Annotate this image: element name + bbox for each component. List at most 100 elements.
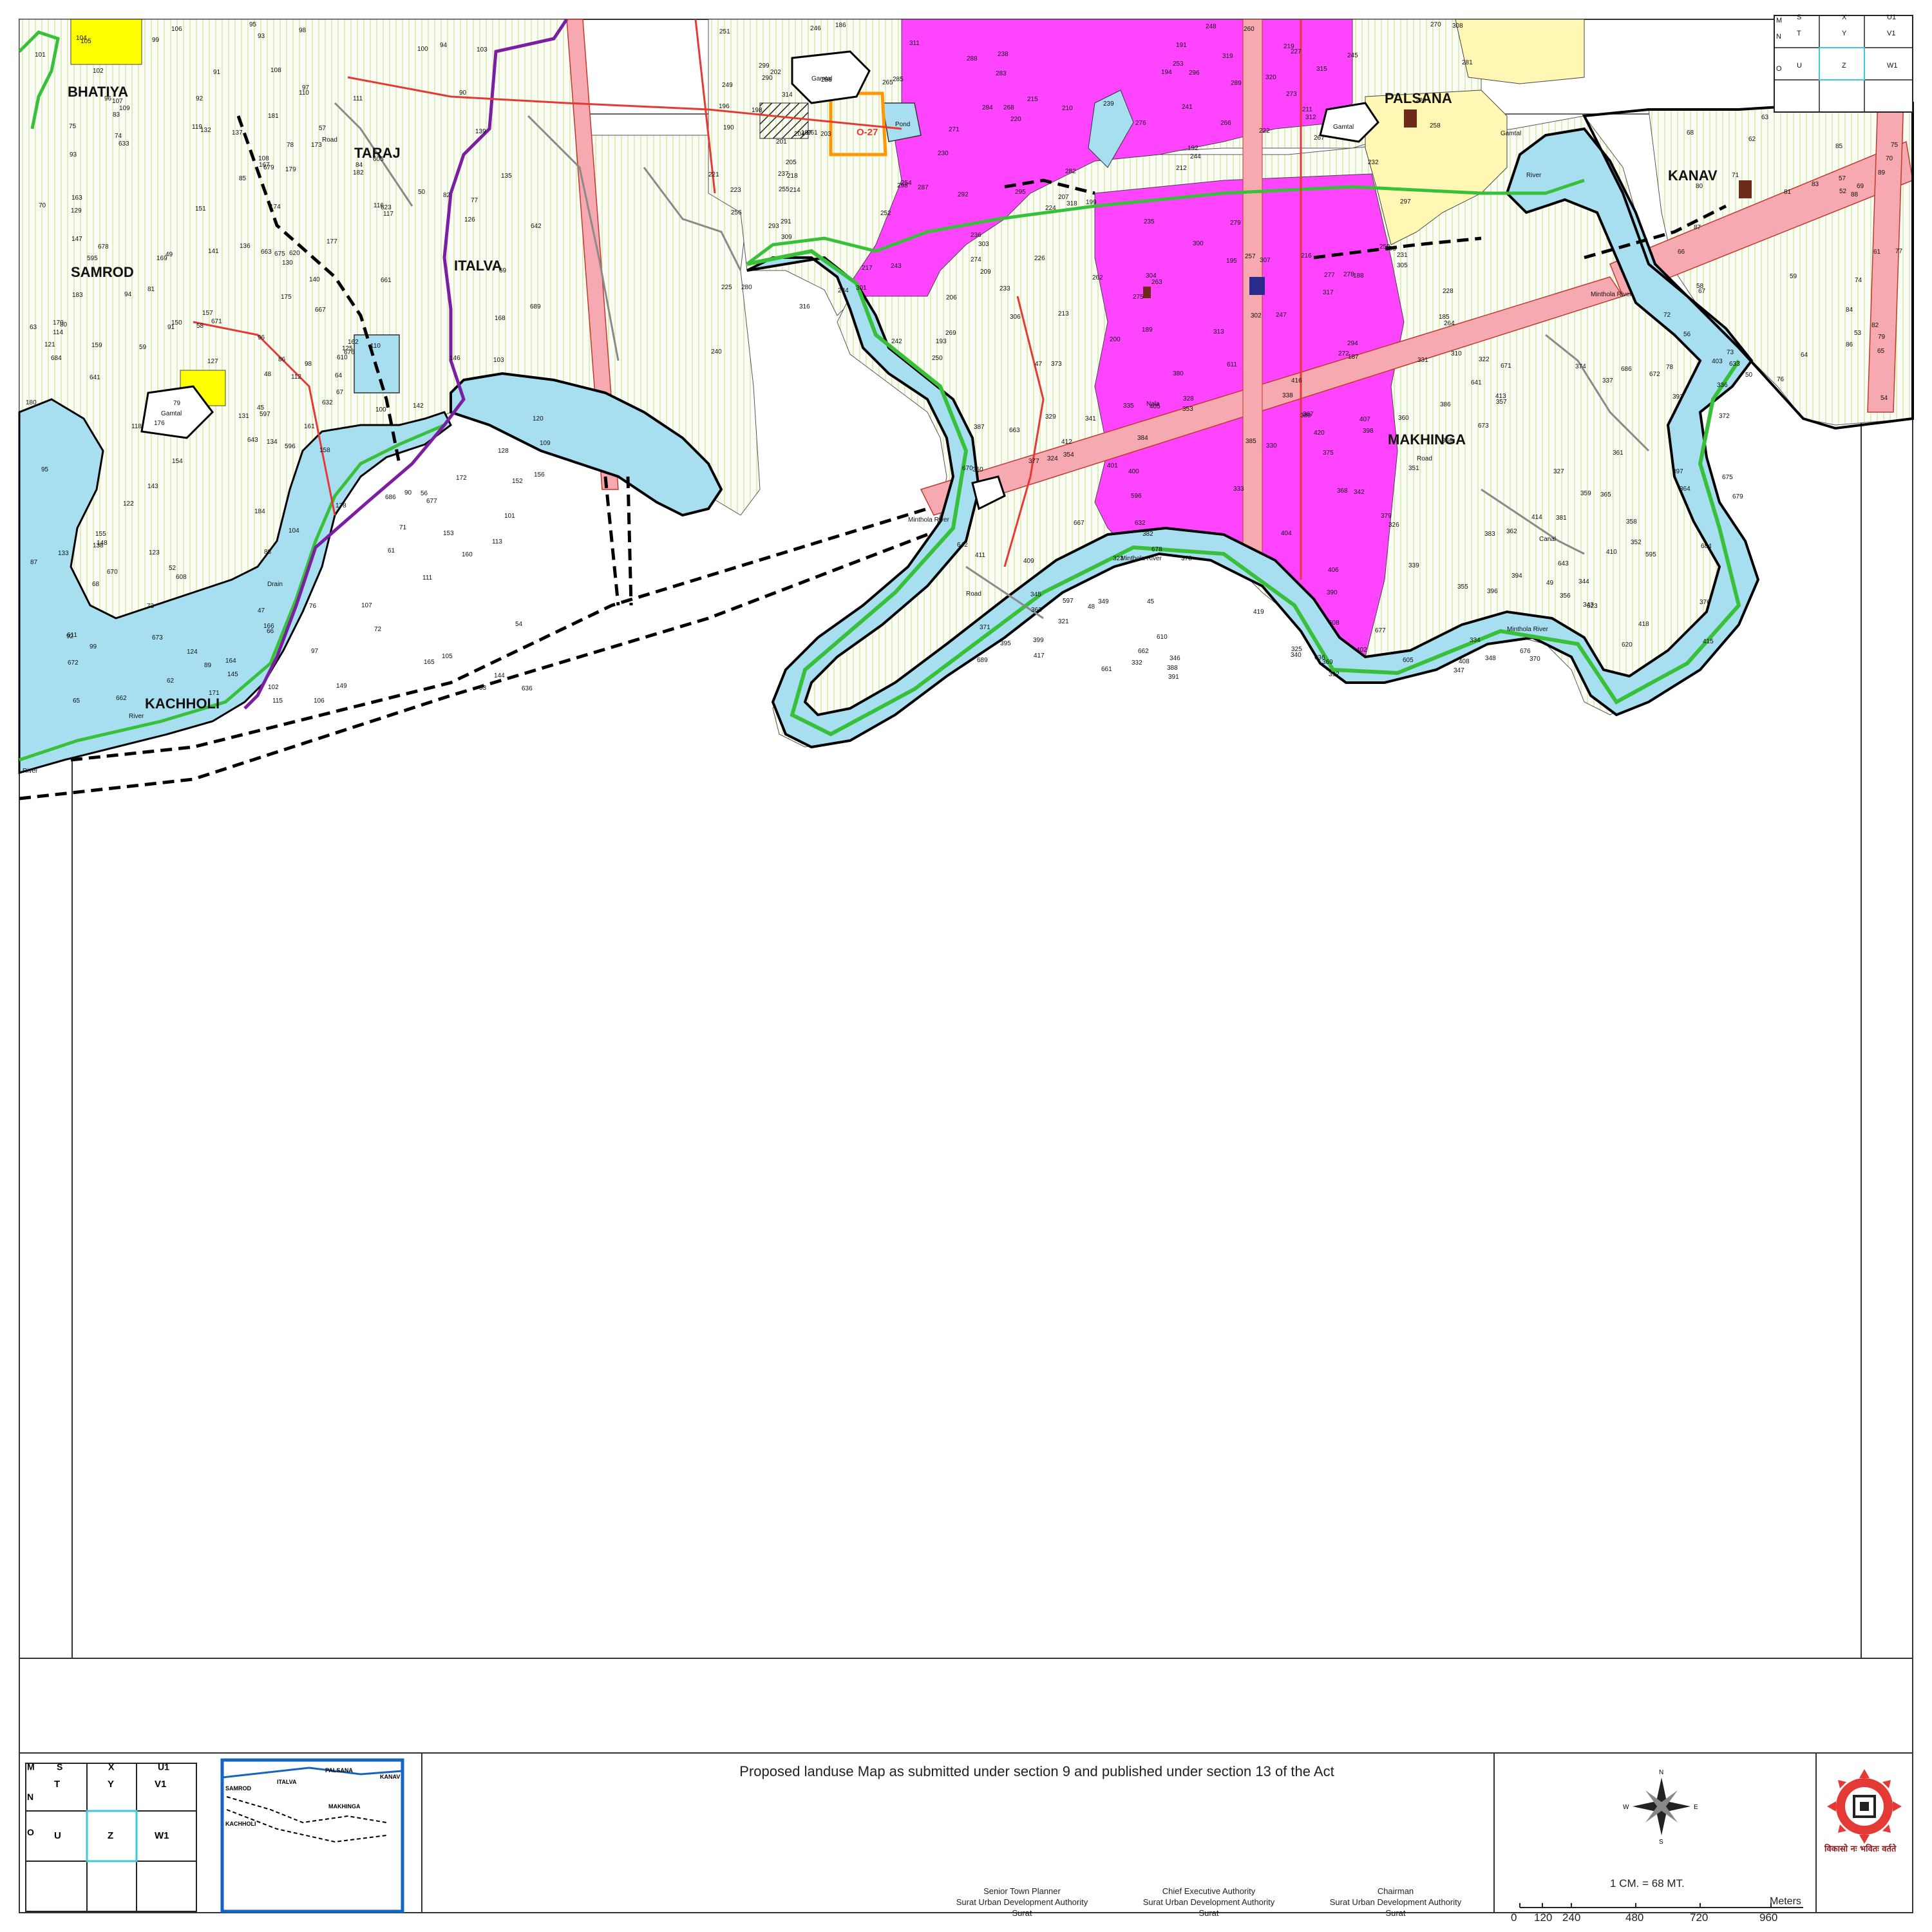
- plot-number: 189: [1142, 327, 1153, 334]
- nala-label: Nala: [1146, 401, 1160, 408]
- plot-number: 117: [383, 211, 393, 218]
- plot-number: 59: [139, 344, 147, 351]
- plot-number: 363: [1031, 607, 1042, 614]
- plot-number: 65: [1877, 348, 1885, 355]
- plot-number: 342: [1354, 489, 1365, 496]
- plot-number: 67: [1698, 288, 1706, 295]
- compass-n: N: [1659, 1769, 1663, 1776]
- plot-number: 70: [1886, 155, 1893, 162]
- drain-label: Drain: [267, 581, 283, 588]
- plot-number: 641: [1471, 379, 1482, 386]
- plot-number: 173: [311, 142, 322, 149]
- plot-number: 396: [1487, 588, 1498, 595]
- plot-number: 273: [1286, 91, 1297, 98]
- river-label-4: Minthola River: [908, 516, 950, 524]
- plot-number: 370: [1530, 656, 1540, 663]
- plot-number: 153: [443, 530, 454, 537]
- plot-number: 636: [1314, 654, 1325, 661]
- plot-number: 346: [1170, 655, 1180, 662]
- plot-number: 82: [443, 192, 451, 199]
- plot-number: 110: [370, 343, 381, 350]
- plot-number: 77: [1895, 248, 1903, 255]
- plot-number: 276: [1135, 120, 1146, 127]
- plot-number: 355: [1457, 583, 1468, 591]
- signatory-org: Surat Urban Development Authority: [1329, 1897, 1462, 1907]
- plot-number: 299: [759, 62, 770, 70]
- svg-text:T: T: [1797, 30, 1801, 37]
- plot-number: 71: [1732, 172, 1739, 179]
- village-label-kanav: KANAV: [1668, 167, 1718, 184]
- sheet-index-grid: M S X U1 N T Y V1 O U Z W1: [25, 1761, 197, 1912]
- plot-number: 277: [1324, 272, 1335, 279]
- village-label-kachholi: KACHHOLI: [145, 696, 220, 712]
- plot-number: 362: [1506, 528, 1517, 535]
- plot-number: 278: [1343, 271, 1354, 278]
- plot-number: 331: [1417, 357, 1428, 364]
- plot-number: 120: [533, 415, 544, 422]
- plot-number: 223: [730, 187, 741, 194]
- plot-number: 209: [980, 269, 991, 276]
- plot-number: 620: [289, 250, 300, 257]
- plot-number: 89: [204, 662, 212, 669]
- plot-number: 146: [450, 355, 460, 362]
- plot-number: 157: [202, 310, 213, 317]
- plot-number: 210: [1062, 105, 1073, 112]
- village-label-taraj: TARAJ: [354, 145, 401, 161]
- gamtal-label-4: Gamtal: [1501, 130, 1521, 137]
- plot-number: 211: [1302, 106, 1312, 113]
- plot-number: 394: [1511, 573, 1522, 580]
- index-header-u1: U1: [158, 1761, 169, 1772]
- plot-number: 302: [1251, 312, 1262, 319]
- plot-number: 57: [1839, 175, 1846, 182]
- plot-number: 316: [799, 303, 810, 310]
- plot-number: 116: [374, 202, 384, 209]
- plot-number: 330: [1266, 442, 1277, 450]
- plot-number: 56: [421, 490, 428, 497]
- plot-number: 340: [1291, 652, 1302, 659]
- plot-number: 217: [862, 265, 873, 272]
- plot-number: 62: [167, 677, 175, 685]
- plot-number: 132: [200, 127, 211, 134]
- plot-number: 322: [1479, 356, 1490, 363]
- svg-text:W1: W1: [1887, 62, 1898, 70]
- plot-number: 373: [1051, 361, 1062, 368]
- plot-number: 295: [1015, 189, 1026, 196]
- plot-number: 320: [1265, 74, 1276, 81]
- plot-number: 242: [891, 338, 902, 345]
- plot-number: 111: [353, 95, 363, 102]
- plot-number: 184: [254, 508, 265, 515]
- plot-number: 374: [1575, 363, 1586, 370]
- plot-number: 632: [322, 399, 333, 406]
- plot-number: 255: [779, 186, 790, 193]
- index-cell-y: Y: [108, 1779, 114, 1790]
- plot-number: 215: [1027, 96, 1038, 103]
- plot-number: 143: [147, 483, 158, 490]
- plot-number: 246: [810, 25, 821, 32]
- plot-number: 272: [1338, 350, 1349, 357]
- plot-number: 111: [422, 574, 433, 582]
- plot-number: 257: [1245, 253, 1256, 260]
- plot-number: 608: [176, 574, 187, 581]
- svg-text:Z: Z: [1842, 62, 1846, 70]
- plot-number: 636: [522, 685, 533, 692]
- plot-number: 641: [90, 374, 100, 381]
- plot-number: 76: [309, 603, 317, 610]
- plot-number: 79: [1878, 334, 1886, 341]
- plot-number: 676: [1520, 648, 1531, 655]
- plot-number: 216: [1301, 252, 1312, 260]
- plot-number: 182: [353, 169, 364, 176]
- landuse-map: 5965955976116106086056206236326336366416…: [18, 14, 1914, 1913]
- landmark-block-4: [1143, 287, 1151, 298]
- plot-number: 61: [1873, 249, 1881, 256]
- plot-number: 91: [213, 69, 221, 76]
- plot-number: 597: [1063, 598, 1074, 605]
- plot-number: 65: [73, 697, 80, 705]
- plot-number: 306: [1010, 314, 1021, 321]
- index-row-label-n: N: [27, 1792, 33, 1802]
- plot-number: 288: [967, 55, 978, 62]
- plot-number: 247: [1276, 312, 1287, 319]
- plot-number: 416: [1291, 377, 1302, 384]
- plot-number: 105: [80, 38, 91, 45]
- plot-number: 194: [1161, 69, 1172, 76]
- plot-number: 260: [1244, 26, 1255, 33]
